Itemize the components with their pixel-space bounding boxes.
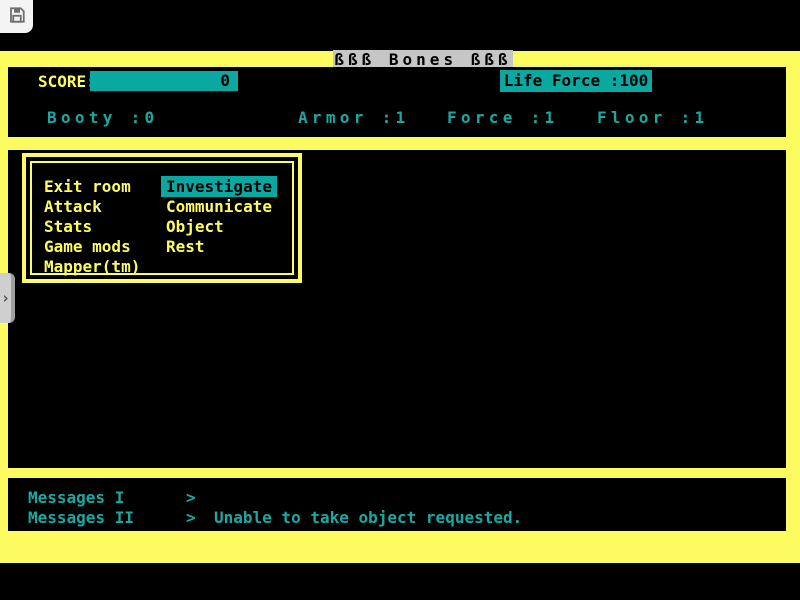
menu-item-mapper[interactable]: Mapper(tm) (44, 257, 140, 276)
chevron-right-icon: › (1, 291, 10, 306)
menu-item-object[interactable]: Object (166, 217, 224, 236)
life-force-badge: Life Force :100 (500, 70, 652, 92)
command-menu: Exit room Attack Stats Game mods Mapper(… (22, 153, 302, 283)
menu-item-exit-room[interactable]: Exit room (44, 177, 131, 196)
score-bar: 0 (90, 71, 238, 91)
save-button[interactable] (0, 0, 33, 33)
menu-item-communicate[interactable]: Communicate (166, 197, 272, 216)
stat-force: Force :1 (447, 108, 558, 127)
messages1-prompt: > (186, 488, 196, 507)
menu-item-rest[interactable]: Rest (166, 237, 205, 256)
messages2-label: Messages II (28, 508, 134, 527)
stat-booty: Booty :0 (47, 108, 158, 127)
menu-item-game-mods[interactable]: Game mods (44, 237, 131, 256)
stat-armor: Armor :1 (298, 108, 409, 127)
menu-item-attack[interactable]: Attack (44, 197, 102, 216)
stats-panel: SCORE: 0 Life Force :100 Booty :0 Armor … (8, 67, 786, 137)
messages2-text: Unable to take object requested. (214, 508, 522, 527)
stat-floor: Floor :1 (597, 108, 708, 127)
messages-panel: Messages I > Messages II > Unable to tak… (8, 478, 786, 531)
messages2-prompt: > (186, 508, 196, 527)
messages1-label: Messages I (28, 488, 124, 507)
menu-item-investigate[interactable]: Investigate (161, 176, 277, 197)
save-icon (8, 6, 26, 28)
room-panel: Exit room Attack Stats Game mods Mapper(… (8, 150, 786, 468)
menu-item-stats[interactable]: Stats (44, 217, 92, 236)
drawer-toggle[interactable]: › (0, 273, 15, 323)
game-screen: ßßß Bones ßßß SCORE: 0 Life Force :100 B… (0, 0, 800, 600)
score-label: SCORE: (38, 72, 96, 91)
